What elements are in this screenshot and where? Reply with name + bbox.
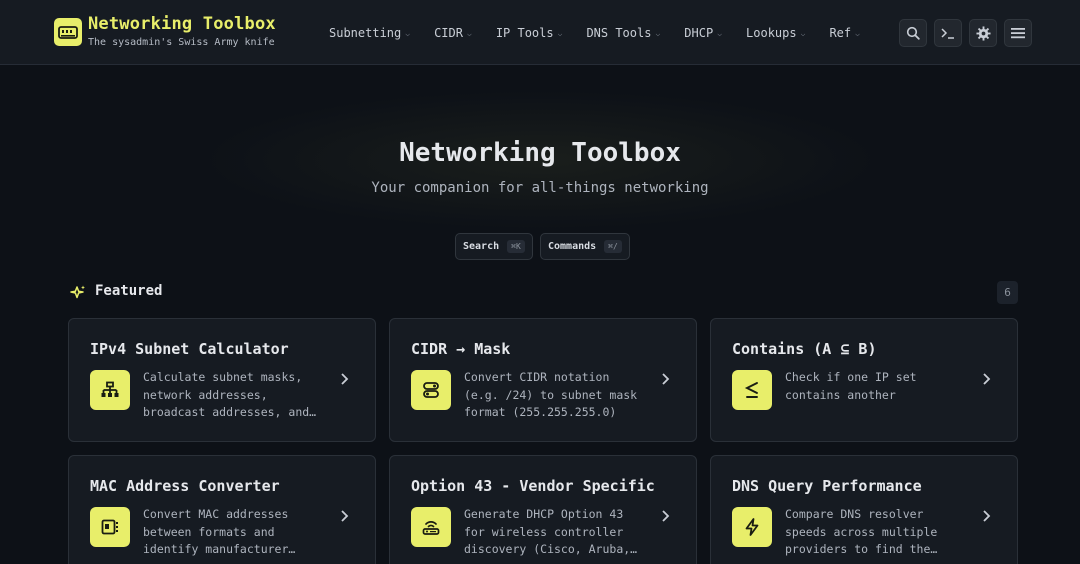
desc-line: Convert CIDR notation (464, 370, 610, 384)
tool-card[interactable]: DNS Query Performance Compare DNS resolv… (710, 455, 1018, 564)
nav-label: DNS Tools (586, 26, 652, 40)
desc-line: Generate DHCP Option 43 (464, 507, 624, 521)
chevron-right-icon (662, 373, 670, 385)
tool-card[interactable]: Contains (A ⊆ B) Check if one IP set con… (710, 318, 1018, 442)
desc-line: format (255.255.255.0) (464, 405, 617, 419)
card-title: CIDR → Mask (411, 340, 511, 358)
desc-line: between formats and (143, 524, 275, 539)
search-shortcut: ⌘K (507, 240, 525, 253)
card-title: Contains (A ⊆ B) (732, 340, 877, 358)
hero-subtitle: Your companion for all-things networking (371, 180, 709, 196)
chevron-right-icon (341, 373, 349, 385)
chevron-down-icon: ⌵ (717, 28, 723, 38)
nav-label: Subnetting (329, 26, 402, 40)
logo-icon[interactable] (54, 18, 82, 46)
commands-shortcut: ⌘/ (604, 240, 622, 253)
featured-heading: Featured (95, 283, 163, 299)
gear-icon (975, 25, 991, 41)
settings-button[interactable] (969, 19, 997, 47)
desc-line: speeds across multiple (785, 524, 938, 539)
tool-card[interactable]: MAC Address Converter Convert MAC addres… (68, 455, 376, 564)
chevron-down-icon: ⌵ (405, 28, 411, 38)
card-description: Calculate subnet masks, network addresse… (143, 369, 333, 422)
tool-card[interactable]: CIDR → Mask Convert CIDR notation (e.g. … (389, 318, 697, 442)
card-description: Convert CIDR notation (e.g. /24) to subn… (464, 369, 654, 422)
brand-tagline: The sysadmin's Swiss Army knife (88, 37, 275, 48)
tool-card[interactable]: Option 43 - Vendor Specific Generate DHC… (389, 455, 697, 564)
desc-line: Calculate subnet masks, (143, 370, 303, 384)
nav-ref[interactable]: Ref ⌵ (829, 24, 860, 42)
sparkle-icon (70, 285, 85, 299)
chevron-down-icon: ⌵ (466, 28, 472, 38)
top-navbar: Networking Toolbox The sysadmin's Swiss … (0, 0, 1080, 65)
desc-line: Check if one IP set (785, 370, 917, 384)
brand-title[interactable]: Networking Toolbox (88, 14, 276, 34)
chevron-right-icon (341, 510, 349, 522)
nav-label: Lookups (746, 26, 797, 40)
card-title: DNS Query Performance (732, 477, 922, 495)
chevron-right-icon (662, 510, 670, 522)
less-equal-icon (732, 370, 772, 410)
hero-title: Networking Toolbox (399, 138, 681, 168)
desc-line: discovery (Cisco, Aruba,… (464, 542, 638, 556)
nav-ip-tools[interactable]: IP Tools ⌵ (496, 24, 563, 42)
desc-line: network addresses, (143, 387, 268, 402)
chevron-right-icon (983, 510, 991, 522)
card-description: Check if one IP set contains another (785, 369, 975, 404)
search-icon (906, 26, 920, 40)
nav-dhcp[interactable]: DHCP ⌵ (684, 24, 722, 42)
chevron-down-icon: ⌵ (655, 28, 661, 38)
desc-line: broadcast addresses, and… (143, 405, 317, 419)
card-title: IPv4 Subnet Calculator (90, 340, 289, 358)
chevron-right-icon (983, 373, 991, 385)
search-pill-button[interactable]: Search ⌘K (455, 233, 533, 260)
lightning-icon (732, 507, 772, 547)
nav-dns-tools[interactable]: DNS Tools ⌵ (586, 24, 660, 42)
nav-subnetting[interactable]: Subnetting ⌵ (329, 24, 410, 42)
desc-line: for wireless controller (464, 524, 624, 539)
nic-icon (90, 507, 130, 547)
toggle-icon (411, 370, 451, 410)
chevron-down-icon: ⌵ (855, 28, 860, 38)
featured-count-badge: 6 (997, 281, 1018, 304)
desc-line: identify manufacturer… (143, 542, 296, 556)
card-title: Option 43 - Vendor Specific (411, 477, 655, 495)
main-nav: Subnetting ⌵ CIDR ⌵ IP Tools ⌵ DNS Tools ⌵ D… (329, 24, 884, 42)
commands-label: Commands (548, 241, 597, 252)
nav-label: DHCP (684, 26, 714, 40)
search-button[interactable] (899, 19, 927, 47)
desc-line: providers to find the… (785, 542, 938, 556)
card-description: Compare DNS resolver speeds across multi… (785, 506, 975, 559)
terminal-icon (941, 28, 954, 39)
desc-line: (e.g. /24) to subnet mask (464, 387, 638, 402)
tool-card[interactable]: IPv4 Subnet Calculator Calculate subnet … (68, 318, 376, 442)
desc-line: Compare DNS resolver (785, 507, 924, 521)
nav-label: CIDR (434, 26, 463, 40)
nav-lookups[interactable]: Lookups ⌵ (746, 24, 805, 42)
chevron-down-icon: ⌵ (557, 28, 563, 38)
nav-cidr[interactable]: CIDR ⌵ (434, 24, 472, 42)
network-tree-icon (90, 370, 130, 410)
commands-pill-button[interactable]: Commands ⌘/ (540, 233, 630, 260)
terminal-button[interactable] (934, 19, 962, 47)
card-description: Convert MAC addresses between formats an… (143, 506, 333, 559)
desc-line: Convert MAC addresses (143, 507, 289, 521)
desc-line: contains another (785, 387, 896, 402)
nav-label: Ref (829, 26, 852, 40)
card-title: MAC Address Converter (90, 477, 280, 495)
search-label: Search (463, 241, 500, 252)
chevron-down-icon: ⌵ (800, 28, 806, 38)
card-description: Generate DHCP Option 43 for wireless con… (464, 506, 654, 559)
menu-icon (1011, 28, 1025, 39)
nav-label: IP Tools (495, 26, 554, 40)
menu-button[interactable] (1004, 19, 1032, 47)
router-icon (411, 507, 451, 547)
